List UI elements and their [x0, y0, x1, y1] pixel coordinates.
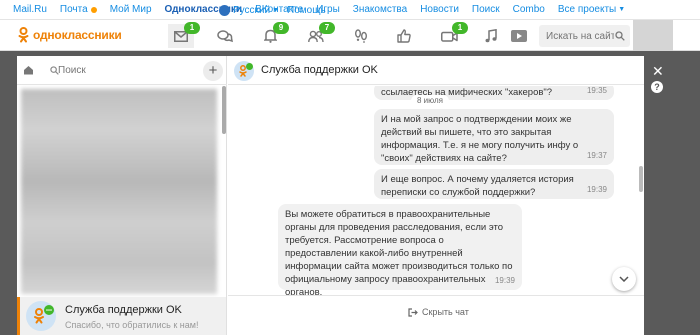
- message-bubble: ссылаетесь на мифических "хакеров"? 19:3…: [374, 86, 614, 100]
- ok-logo-icon: [34, 305, 54, 324]
- footprints-icon: [355, 29, 367, 43]
- messenger-panel: + Служба поддержки OK Спасибо, что обрат…: [17, 56, 644, 335]
- blurred-chat-list: [21, 89, 217, 294]
- nav-video[interactable]: 1: [436, 22, 468, 48]
- ok-logo[interactable]: одноклассники: [18, 27, 122, 43]
- nav-music[interactable]: [478, 24, 504, 48]
- help-link[interactable]: Помощь: [287, 5, 326, 16]
- ok-header: одноклассники 1 9 7 1: [0, 20, 700, 51]
- conversation-panel: Служба поддержки OK ссылаетесь на мифиче…: [228, 56, 644, 335]
- message-time: 19:37: [586, 151, 607, 160]
- globe-icon: [219, 4, 230, 16]
- play-icon: [511, 30, 527, 42]
- hide-chat-button[interactable]: Скрыть чат: [408, 307, 469, 317]
- conversation-footer: Скрыть чат: [228, 295, 644, 335]
- mailru-top-bar: Mail.Ru Почта Мой Мир Одноклассники ВКон…: [0, 0, 700, 20]
- music-note-icon: [485, 29, 497, 43]
- nav-notifications[interactable]: 9: [257, 22, 289, 48]
- conversation-title: Служба поддержки OK: [261, 64, 378, 76]
- chat-bubbles-icon: [217, 29, 233, 42]
- chat-list-header: +: [17, 56, 227, 85]
- conversation-header: Служба поддержки OK: [228, 56, 644, 85]
- chat-list-panel: + Служба поддержки OK Спасибо, что обрат…: [17, 56, 227, 335]
- link-pochta-label: Почта: [59, 4, 88, 15]
- scroll-down-button[interactable]: [612, 267, 636, 291]
- ok-logo-icon: [239, 63, 253, 77]
- message-time: 19:39: [586, 185, 607, 194]
- link-pochta[interactable]: Почта: [60, 4, 97, 15]
- chat-search-input[interactable]: [41, 61, 197, 80]
- date-separator: 8 июля: [411, 95, 449, 107]
- selected-chat-name: Служба поддержки OK: [65, 304, 182, 316]
- selected-chat-preview: Спасибо, что обратились к нам!: [65, 320, 199, 330]
- link-mailru[interactable]: Mail.Ru: [13, 4, 47, 15]
- search-icon[interactable]: [615, 31, 625, 41]
- video-badge: 1: [452, 22, 468, 34]
- unread-dot-icon: [90, 6, 97, 13]
- message-text: И еще вопрос. А почему удаляется история…: [381, 174, 574, 198]
- close-icon[interactable]: ✕: [652, 64, 664, 78]
- message-list: ссылаетесь на мифических "хакеров"? 19:3…: [228, 86, 644, 295]
- nav-events[interactable]: [391, 24, 417, 48]
- nav-guests[interactable]: [348, 24, 374, 48]
- nav-messages[interactable]: 1: [168, 22, 200, 48]
- chevron-down-icon: [619, 276, 629, 282]
- conversation-scrollbar[interactable]: [639, 166, 643, 192]
- message-bubble: И еще вопрос. А почему удаляется история…: [374, 169, 614, 199]
- thumbs-up-icon: [397, 29, 411, 43]
- topbar-right: Русский ▼ Помощь: [211, 0, 627, 20]
- support-avatar: [26, 301, 56, 331]
- logo-text: одноклассники: [33, 28, 122, 42]
- nav-discussions[interactable]: [212, 24, 238, 48]
- message-time: 19:39: [494, 276, 515, 285]
- selected-chat-item[interactable]: Служба поддержки OK Спасибо, что обратил…: [17, 297, 226, 335]
- messages-badge: 1: [184, 22, 200, 34]
- friends-badge: 7: [319, 22, 335, 34]
- message-text: Вы можете обратиться в правоохранительны…: [285, 209, 513, 295]
- message-bubble: И на мой запрос о подтверждении моих же …: [374, 109, 614, 165]
- nav-friends[interactable]: 7: [303, 22, 335, 48]
- ok-logo-icon: [18, 27, 29, 43]
- support-avatar[interactable]: [234, 61, 254, 81]
- chevron-down-icon: ▼: [272, 6, 280, 14]
- language-selector[interactable]: Русский ▼: [219, 4, 280, 16]
- message-text: ссылаетесь на мифических "хакеров"?: [381, 87, 553, 98]
- message-time: 19:35: [586, 86, 607, 95]
- language-label: Русский: [233, 4, 271, 16]
- notifications-badge: 9: [273, 22, 289, 34]
- message-text: И на мой запрос о подтверждении моих же …: [381, 114, 579, 164]
- nav-play[interactable]: [506, 24, 532, 48]
- hide-chat-label: Скрыть чат: [422, 307, 469, 317]
- exit-icon: [408, 307, 418, 317]
- plus-icon[interactable]: +: [203, 61, 223, 81]
- user-avatar[interactable]: [633, 20, 673, 51]
- chat-list-scrollbar[interactable]: [222, 86, 226, 134]
- help-icon[interactable]: ?: [651, 81, 663, 93]
- home-icon[interactable]: [23, 65, 34, 75]
- link-moy-mir[interactable]: Мой Мир: [110, 4, 152, 15]
- message-bubble: Вы можете обратиться в правоохранительны…: [278, 204, 522, 295]
